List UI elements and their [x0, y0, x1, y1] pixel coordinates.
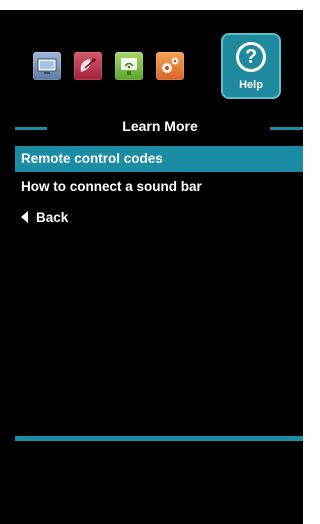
satellite-dish-icon[interactable] [74, 52, 102, 80]
back-arrow-icon [21, 211, 28, 223]
help-button[interactable]: ? Help [221, 33, 281, 99]
back-label: Back [36, 210, 69, 225]
bottom-divider [15, 436, 303, 441]
gear-icon[interactable] [156, 52, 184, 80]
help-label: Help [239, 79, 263, 91]
menu-item-connect-sound-bar[interactable]: How to connect a sound bar [15, 174, 303, 200]
network-icon[interactable] [115, 52, 143, 80]
section-divider-right [270, 127, 303, 130]
section-title: Learn More [122, 118, 198, 134]
section-divider-left [15, 127, 47, 130]
tv-icon[interactable] [33, 52, 61, 80]
category-bar: ? Help [33, 21, 303, 104]
menu-item-remote-control-codes[interactable]: Remote control codes [15, 146, 303, 172]
question-mark-icon: ? [236, 42, 266, 72]
back-button[interactable]: Back [15, 205, 303, 231]
